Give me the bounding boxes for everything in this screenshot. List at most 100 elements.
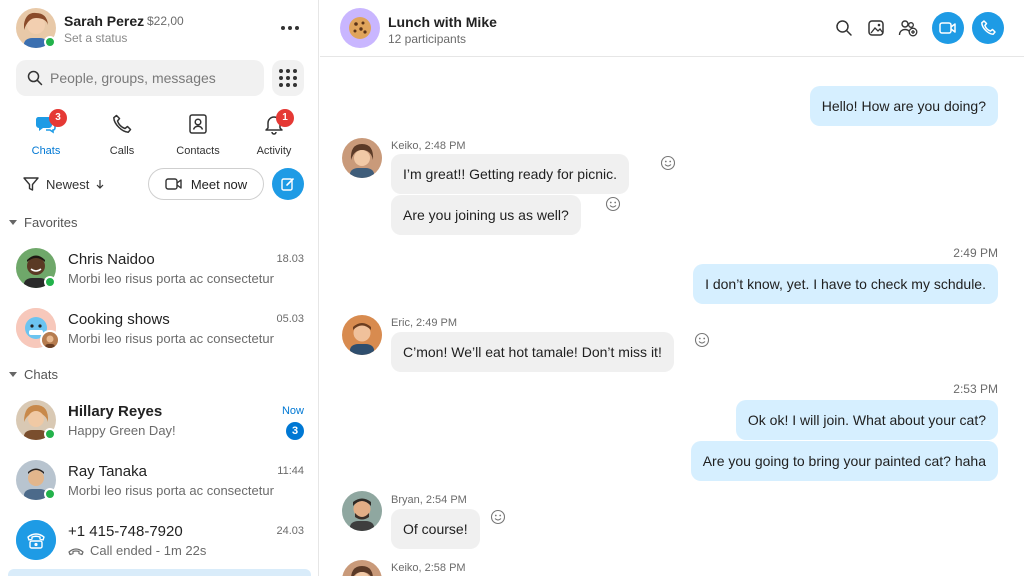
sender-avatar-keiko[interactable] [342,560,382,576]
sender-avatar-eric[interactable] [342,315,382,355]
chat-list-item[interactable]: Hillary Reyes Happy Green Day! Now 3 [0,390,318,450]
sender-meta: Eric, 2:49 PM [391,317,458,329]
chat-name: Hillary Reyes [68,403,163,420]
dialpad-button[interactable] [272,60,304,96]
tab-calls[interactable]: Calls [84,104,160,164]
sender-meta: Keiko, 2:48 PM [391,140,466,152]
meet-now-button[interactable]: Meet now [148,168,264,200]
video-call-button[interactable] [932,12,964,44]
chat-preview: Morbi leo risus porta ac consectetur [68,271,274,286]
activity-badge: 1 [276,109,294,127]
add-reaction-icon[interactable] [694,332,710,348]
call-ended-text: Call ended - 1m 22s [90,543,207,558]
chat-list-item[interactable]: Cooking shows Morbi leo risus porta ac c… [0,298,318,358]
more-dot-icon [295,26,299,30]
outgoing-message[interactable]: Are you going to bring your painted cat?… [690,441,998,481]
unread-count-badge: 3 [286,422,304,440]
sender-avatar-keiko[interactable] [342,138,382,178]
profile-status[interactable]: Set a status [64,31,127,45]
chat-time: 11:44 [277,465,304,477]
new-chat-button[interactable] [272,168,304,200]
tab-label: Contacts [176,145,220,157]
add-reaction-icon[interactable] [605,196,621,212]
conversation-title[interactable]: Lunch with Mike [388,14,497,30]
gallery-icon [868,20,884,36]
video-camera-icon [165,178,182,190]
presence-online-indicator [44,428,56,440]
chat-preview: Morbi leo risus porta ac consectetur [68,331,274,346]
phone-icon [981,20,996,35]
search-icon [27,70,43,86]
presence-online-indicator [44,36,56,48]
presence-online-indicator [44,276,56,288]
sort-filter-button[interactable]: Newest [22,172,105,196]
phone-icon [113,114,132,133]
tab-chats[interactable]: 3 Chats [8,104,84,164]
skype-credit[interactable]: $22,00 [147,14,184,28]
more-options-button[interactable] [278,18,302,38]
participant-count[interactable]: 12 participants [388,32,466,46]
chat-filters: Newest Meet now [16,168,306,200]
chat-time: 18.03 [276,253,304,265]
outgoing-message[interactable]: Ok ok! I will join. What about your cat? [735,400,998,440]
tab-label: Calls [109,145,135,157]
arrow-down-icon [96,180,104,189]
presence-online-indicator [44,488,56,500]
gallery-button[interactable] [862,14,890,42]
conversation-pane: Lunch with Mike 12 participants Hello! H… [320,0,1024,576]
chat-list-item[interactable]: +1 415-748-7920 Call ended - 1m 22s 24.0… [0,510,318,570]
outgoing-message[interactable]: Hello! How are you doing? [809,86,998,126]
favorites-section-header[interactable]: Favorites [9,215,77,230]
chats-section-header[interactable]: Chats [9,367,58,382]
incoming-message[interactable]: Of course! [391,509,480,549]
incoming-message[interactable]: Are you joining us as well? [391,195,581,235]
incoming-message[interactable]: I’m great!! Getting ready for picnic. [391,154,629,194]
more-dot-icon [288,26,292,30]
sort-label: Newest [46,176,90,192]
profile-name[interactable]: Sarah Perez [64,13,144,29]
meet-now-label: Meet now [190,176,248,192]
tab-label: Activity [256,145,292,157]
tab-activity[interactable]: 1 Activity [236,104,312,164]
chat-name: Cooking shows [68,311,170,328]
chat-list-item[interactable]: Chris Naidoo Morbi leo risus porta ac co… [0,238,318,298]
section-title: Chats [24,367,58,382]
phone-number-avatar [16,520,56,560]
caret-down-icon [9,220,17,225]
video-camera-icon [939,22,956,34]
timestamp: 2:49 PM [953,246,998,260]
search-input[interactable] [50,60,255,96]
audio-call-button[interactable] [972,12,1004,44]
more-dot-icon [281,26,285,30]
sender-meta: Bryan, 2:54 PM [391,494,467,506]
add-people-icon [898,20,918,37]
sender-meta: Keiko, 2:58 PM [391,562,466,574]
chat-time: Now [281,405,304,417]
contacts-icon [189,114,207,134]
call-ended-icon [68,548,84,556]
selected-chat-highlight[interactable] [8,569,311,576]
chat-name: Ray Tanaka [68,463,147,480]
sender-avatar-bryan[interactable] [342,491,382,531]
telephone-icon [16,520,56,560]
group-avatar[interactable] [340,8,380,48]
member-avatar [40,330,60,350]
tab-contacts[interactable]: Contacts [160,104,236,164]
tab-label: Chats [31,145,61,157]
chat-time: 24.03 [276,525,304,537]
add-reaction-icon[interactable] [490,509,506,525]
search-box[interactable] [16,60,264,96]
chat-list-item[interactable]: Ray Tanaka Morbi leo risus porta ac cons… [0,450,318,510]
chats-unread-badge: 3 [49,109,67,127]
outgoing-message[interactable]: I don’t know, yet. I have to check my sc… [693,264,998,304]
search-icon [836,20,852,36]
search-conversation-button[interactable] [830,14,858,42]
add-people-button[interactable] [894,14,922,42]
profile-header[interactable]: Sarah Perez $22,00 Set a status [16,6,306,50]
sidebar: Sarah Perez $22,00 Set a status 3 Chats [0,0,319,576]
add-reaction-icon[interactable] [660,155,676,171]
chat-name: Chris Naidoo [68,251,155,268]
incoming-message[interactable]: C’mon! We’ll eat hot tamale! Don’t miss … [391,332,674,372]
timestamp: 2:53 PM [953,382,998,396]
compose-icon [281,178,294,191]
